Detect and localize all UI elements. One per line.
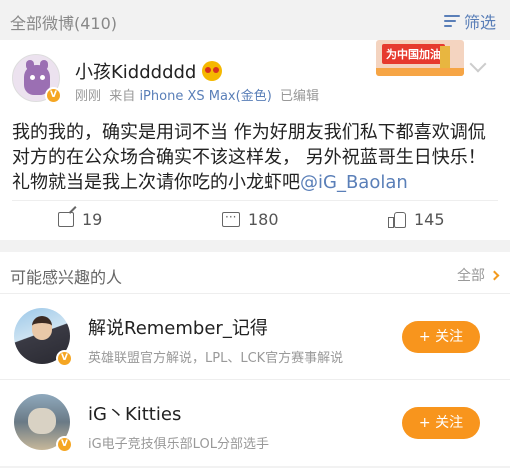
suggestions-header: 可能感兴趣的人 全部	[0, 252, 510, 294]
user-name[interactable]: 解说Remember_记得	[88, 314, 268, 340]
like-button[interactable]: 145	[388, 210, 445, 229]
suggested-user[interactable]: V iG丶Kitties iG电子竞技俱乐部LOL分部选手 + 关注	[0, 380, 510, 466]
author-name-row: 小孩Kidddddd	[75, 58, 223, 84]
user-description: iG电子竞技俱乐部LOL分部选手	[88, 437, 269, 452]
weibo-count-title: 全部微博(410)	[10, 14, 118, 33]
chevron-right-icon	[489, 270, 500, 280]
user-description: 英雄联盟官方解说，LPL、LCK官方赛事解说	[88, 351, 344, 366]
share-icon	[58, 212, 74, 227]
weibo-post-card: V 小孩Kidddddd 刚刚 来自 iPhone XS Max(金色) 已编辑…	[0, 40, 510, 240]
follow-button[interactable]: + 关注	[402, 321, 480, 353]
comment-icon	[222, 210, 240, 227]
verified-badge-icon: V	[56, 350, 73, 367]
author-avatar[interactable]: V	[12, 54, 62, 104]
post-body: 我的我的，确实是用词不当 作为好朋友我们私下都喜欢调侃对方的在公众场合确实不该这…	[12, 120, 498, 195]
mention-link[interactable]: @iG_Baolan	[300, 172, 408, 193]
post-source[interactable]: iPhone XS Max(金色)	[139, 89, 271, 104]
post-text-main: 我的我的，确实是用词不当 作为好朋友我们私下都喜欢调侃对方的在公众场合确实不该这…	[12, 122, 486, 193]
chevron-down-icon[interactable]	[469, 55, 487, 73]
suggested-user[interactable]: V 解说Remember_记得 英雄联盟官方解说，LPL、LCK官方赛事解说 +…	[0, 294, 510, 380]
vip-emoji-icon	[202, 61, 223, 81]
filter-icon	[443, 14, 460, 28]
post-time: 刚刚	[75, 89, 102, 104]
comment-button[interactable]: 180	[222, 210, 279, 229]
like-count: 145	[414, 210, 445, 229]
divider	[12, 200, 498, 201]
all-label: 全部	[457, 268, 485, 284]
comment-count: 180	[248, 210, 279, 229]
source-prefix: 来自	[109, 89, 136, 104]
verified-badge-icon: V	[45, 87, 62, 104]
suggestions-title: 可能感兴趣的人	[10, 268, 123, 287]
post-meta: 刚刚 来自 iPhone XS Max(金色) 已编辑	[75, 85, 319, 104]
user-name[interactable]: iG丶Kitties	[88, 400, 181, 426]
filter-button[interactable]: 筛选	[443, 9, 496, 33]
verified-badge-icon: V	[56, 436, 73, 453]
weibo-list-header: 全部微博(410) 筛选	[0, 0, 510, 40]
thumbs-up-icon	[388, 211, 406, 228]
share-count: 19	[82, 210, 103, 229]
author-name[interactable]: 小孩Kidddddd	[75, 58, 196, 84]
badge-text: 为中国加油	[382, 44, 445, 64]
edited-label: 已编辑	[280, 89, 320, 104]
post-actions: 19 180 145	[0, 204, 510, 240]
suggestions-all-link[interactable]: 全部	[457, 265, 500, 285]
china-support-badge: 为中国加油	[376, 40, 464, 76]
follow-button[interactable]: + 关注	[402, 407, 480, 439]
share-button[interactable]: 19	[58, 210, 102, 229]
filter-label: 筛选	[463, 13, 496, 32]
